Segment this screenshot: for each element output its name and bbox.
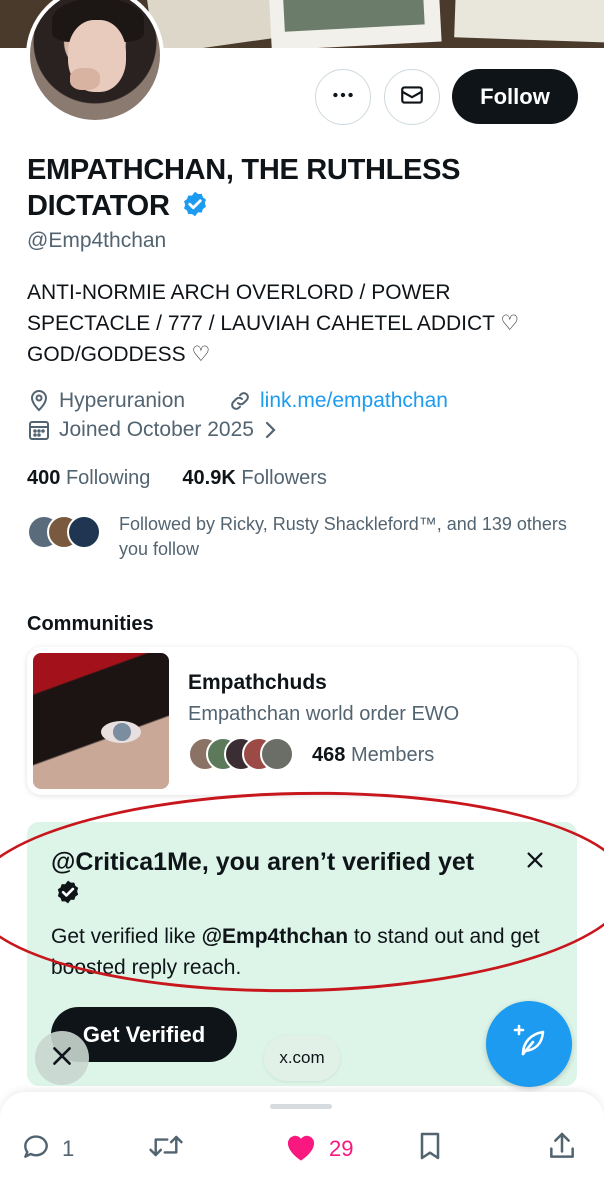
bookmark-icon	[414, 1130, 446, 1168]
followed-by-avatars	[27, 512, 107, 552]
verified-badge-icon[interactable]	[181, 190, 209, 227]
compose-icon	[509, 1022, 549, 1067]
following-count: 400	[27, 467, 61, 489]
verify-body-handle[interactable]: @Emp4thchan	[202, 925, 349, 948]
profile-name-block: EMPATHCHAN, THE RUTHLESS DICTATOR	[27, 152, 547, 227]
profile-location: Hyperuranion	[27, 389, 185, 413]
profile-name: EMPATHCHAN, THE RUTHLESS DICTATOR	[27, 154, 461, 222]
repost-button[interactable]	[148, 1130, 184, 1168]
heart-icon	[283, 1130, 319, 1168]
member-label: Members	[350, 743, 435, 766]
followed-by-text: Followed by Ricky, Rusty Shackleford™, a…	[119, 514, 567, 559]
profile-bio: ANTI-NORMIE ARCH OVERLORD / POWER SPECTA…	[27, 277, 577, 370]
reply-button[interactable]: 1	[20, 1130, 74, 1168]
community-description: Empathchan world order EWO	[188, 703, 460, 725]
more-button[interactable]	[315, 69, 371, 125]
follow-counts: 400 Following 40.9K Followers	[27, 467, 327, 490]
location-text: Hyperuranion	[59, 389, 186, 412]
bio-line: SPECTACLE / 777 / LAUVIAH CAHETEL ADDICT…	[27, 312, 520, 335]
like-count: 29	[329, 1136, 354, 1161]
verify-body-text: Get verified like	[51, 925, 202, 948]
banner-photo	[268, 0, 442, 48]
link-text[interactable]: link.me/empathchan	[260, 389, 448, 413]
followed-by[interactable]: Followed by Ricky, Rusty Shackleford™, a…	[27, 512, 587, 562]
share-button[interactable]	[546, 1130, 578, 1168]
chevron-right-icon	[260, 419, 280, 441]
close-icon	[49, 1043, 75, 1074]
profile-joined[interactable]: Joined October 2025	[27, 418, 280, 442]
profile-handle: @Emp4thchan	[27, 229, 167, 252]
followers-link[interactable]: 40.9K Followers	[182, 467, 327, 490]
share-icon	[546, 1130, 578, 1168]
banner-photo	[146, 0, 284, 48]
bio-line: GOD/GODDESS ♡	[27, 343, 211, 366]
verified-badge-icon	[55, 879, 81, 913]
browser-url-pill[interactable]: x.com	[264, 1035, 340, 1081]
location-icon	[27, 389, 51, 413]
community-members: 468 Members	[188, 737, 434, 773]
calendar-icon	[27, 418, 51, 442]
followers-label: Followers	[241, 467, 327, 489]
repost-icon	[148, 1130, 184, 1168]
bookmark-button[interactable]	[414, 1130, 446, 1168]
verify-prompt-body: Get verified like @Emp4thchan to stand o…	[51, 921, 551, 983]
reply-icon	[20, 1130, 52, 1168]
joined-text: Joined October 2025	[59, 418, 254, 441]
communities-heading: Communities	[27, 613, 154, 635]
following-label: Following	[65, 467, 151, 489]
community-name: Empathchuds	[188, 671, 327, 694]
profile-avatar[interactable]	[26, 0, 164, 124]
more-icon	[330, 82, 356, 113]
banner-photo	[454, 0, 604, 43]
profile-link[interactable]: link.me/empathchan	[228, 389, 448, 413]
avatar	[260, 737, 294, 771]
message-button[interactable]	[384, 69, 440, 125]
close-icon[interactable]	[521, 846, 549, 874]
follow-button[interactable]: Follow	[452, 69, 578, 124]
reply-count: 1	[62, 1136, 75, 1161]
followers-count: 40.9K	[182, 467, 236, 489]
compose-button[interactable]	[486, 1001, 572, 1087]
verify-title-text: @Critica1Me, you aren’t verified yet	[51, 848, 475, 876]
verify-prompt-title: @Critica1Me, you aren’t verified yet	[51, 846, 491, 913]
sheet-handle[interactable]	[270, 1104, 332, 1109]
community-image	[33, 653, 169, 789]
following-link[interactable]: 400 Following	[27, 467, 150, 490]
community-card[interactable]: Empathchuds Empathchan world order EWO 4…	[27, 647, 577, 795]
mail-icon	[399, 82, 425, 113]
close-button[interactable]	[35, 1031, 89, 1085]
link-icon	[228, 389, 252, 413]
member-count: 468	[312, 743, 346, 766]
avatar	[67, 515, 101, 549]
like-button[interactable]: 29	[283, 1130, 353, 1168]
member-avatars	[188, 737, 300, 773]
bio-line: ANTI-NORMIE ARCH OVERLORD / POWER	[27, 281, 451, 304]
post-action-bar: 1 29	[0, 1092, 604, 1200]
